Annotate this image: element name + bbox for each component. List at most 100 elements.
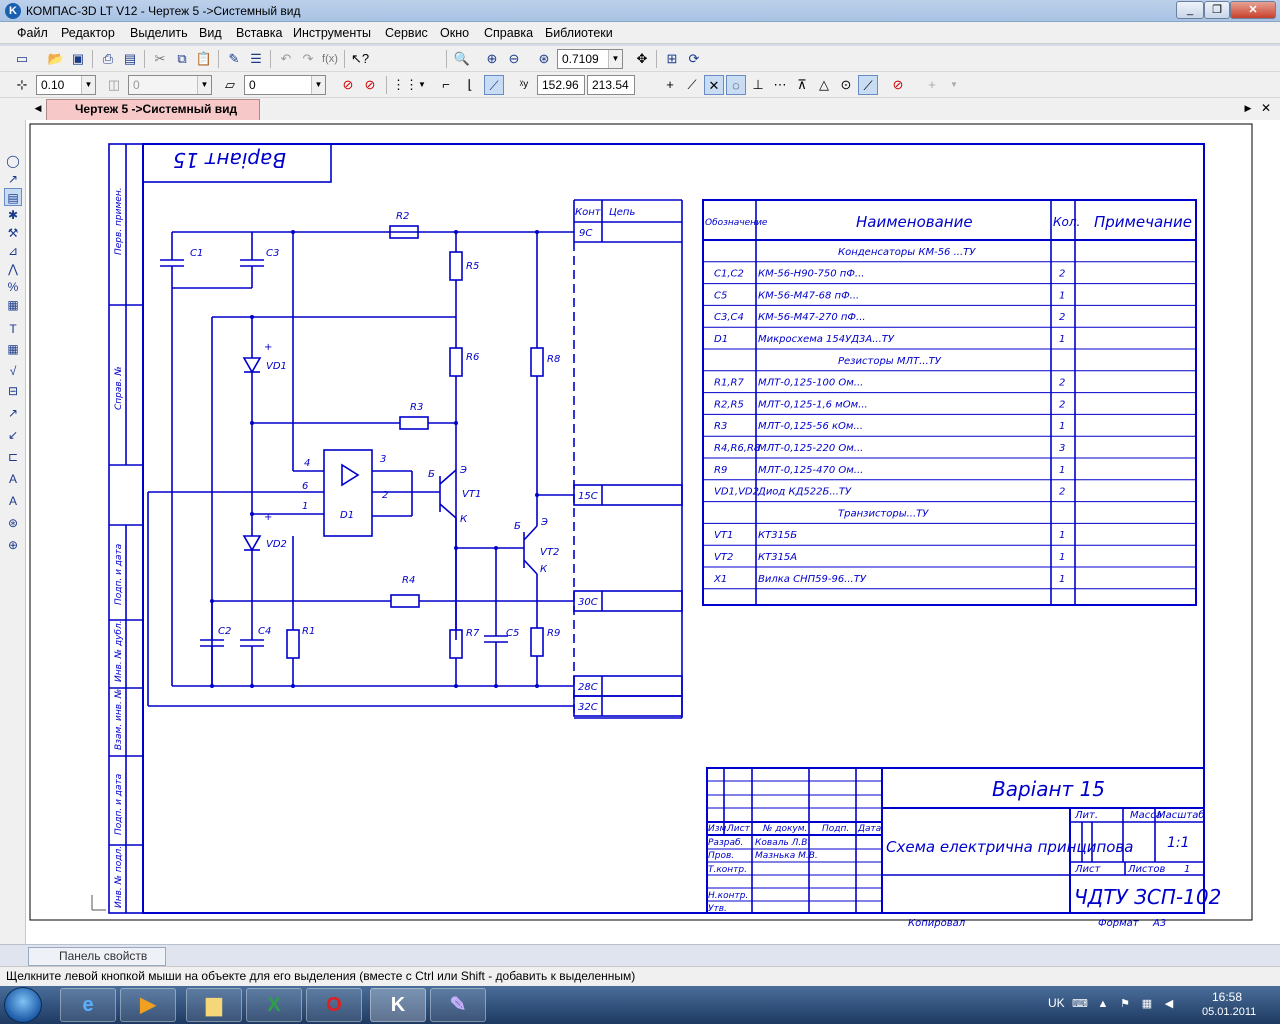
snap-tangent-icon[interactable]: ◌	[726, 75, 746, 95]
minimize-button[interactable]: _	[1176, 1, 1204, 19]
chevron-down-icon[interactable]: ▼	[197, 76, 211, 94]
grid-dropdown-icon[interactable]: ▼	[412, 75, 432, 95]
roughness-icon[interactable]: √	[4, 362, 22, 380]
snap-angle-icon[interactable]: ⟋	[858, 75, 878, 95]
show-all-icon[interactable]: ⊞	[662, 49, 682, 69]
tab-scroll-left-icon[interactable]: ◀	[28, 98, 48, 118]
ortho-icon[interactable]: ⌊	[460, 75, 480, 95]
paste-icon[interactable]: 📋	[194, 49, 214, 69]
tab-close-icon[interactable]: ✕	[1256, 98, 1276, 118]
redo-icon[interactable]: ↷	[298, 49, 318, 69]
base-icon[interactable]: ⊟	[4, 382, 22, 400]
snap-center-icon[interactable]: ⊙	[836, 75, 856, 95]
taskbar-ie-icon[interactable]: e	[60, 988, 116, 1022]
format-brush-icon[interactable]: ✎	[224, 49, 244, 69]
notation-icon[interactable]: ▤	[4, 188, 22, 206]
snap-intersection-icon[interactable]: ✕	[704, 75, 724, 95]
menu-editor[interactable]: Редактор	[61, 26, 115, 40]
taskbar-explorer-icon[interactable]: ▆	[186, 988, 242, 1022]
axis-icon[interactable]: A	[4, 470, 22, 488]
snap-normal-icon[interactable]: ⊥	[748, 75, 768, 95]
spec-icon[interactable]: %	[4, 278, 22, 296]
dimensions-icon[interactable]: ↗	[4, 170, 22, 188]
chevron-down-icon[interactable]: ▼	[81, 76, 95, 94]
keyboard-icon[interactable]: ⌨	[1072, 997, 1088, 1011]
chevron-down-icon[interactable]: ▼	[311, 76, 325, 94]
arrow-view-icon[interactable]: ↗	[4, 404, 22, 422]
save-icon[interactable]: ▣	[68, 49, 88, 69]
zoom-out-icon[interactable]: ⊖	[504, 49, 524, 69]
maximize-button[interactable]: ❐	[1204, 1, 1230, 19]
coord-x-field[interactable]: 152.96	[537, 75, 585, 95]
print-icon[interactable]: ⎙	[98, 49, 118, 69]
menu-service[interactable]: Сервис	[385, 26, 428, 40]
clock-time[interactable]: 16:58	[1212, 990, 1242, 1004]
snap-middle-icon[interactable]: ⊼	[792, 75, 812, 95]
coord-y-field[interactable]: 213.54	[587, 75, 635, 95]
menu-select[interactable]: Выделить	[130, 26, 188, 40]
menu-tools[interactable]: Инструменты	[293, 26, 371, 40]
formula-icon[interactable]: f(x)	[320, 49, 340, 69]
measure-icon[interactable]: ⊿	[4, 242, 22, 260]
local-cs-icon[interactable]: ⌐	[436, 75, 456, 95]
print-preview-icon[interactable]: ▤	[120, 49, 140, 69]
taskbar-opera-icon[interactable]: O	[306, 988, 362, 1022]
zoom-window-icon[interactable]: 🔍	[452, 49, 472, 69]
table-icon[interactable]: ▦	[4, 340, 22, 358]
undo-icon[interactable]: ↶	[276, 49, 296, 69]
clock-date[interactable]: 05.01.2011	[1202, 1006, 1256, 1018]
magnet-3-icon[interactable]: ⊘	[888, 75, 908, 95]
step-icon[interactable]: ⊹	[12, 75, 32, 95]
zoom-in-icon[interactable]: ⊕	[482, 49, 502, 69]
param-icon[interactable]: ⚒	[4, 224, 22, 242]
tab-drawing-5[interactable]: Чертеж 5 ->Системный вид	[46, 99, 260, 120]
snap-end-icon[interactable]: ⟋	[682, 75, 702, 95]
reports-icon[interactable]: ▦	[4, 296, 22, 314]
tray-arrow-icon[interactable]: ▲	[1096, 997, 1110, 1011]
select-icon[interactable]: ⋀	[4, 260, 22, 278]
magnet-2-icon[interactable]: ⊘	[360, 75, 380, 95]
menu-window[interactable]: Окно	[440, 26, 469, 40]
volume-icon[interactable]: ◀	[1162, 997, 1176, 1011]
properties-panel-tab[interactable]: Панель свойств	[28, 947, 166, 966]
network-icon[interactable]: ▦	[1140, 997, 1154, 1011]
view-icon[interactable]: ▱	[220, 75, 240, 95]
magnet-icon[interactable]: ⊘	[338, 75, 358, 95]
plus-disabled-icon[interactable]: +	[922, 75, 942, 95]
drawing-canvas[interactable]: Перв. примен. Справ. № Подп. и дата Инв.…	[26, 120, 1280, 944]
taskbar-pencil-icon[interactable]: ✎	[430, 988, 486, 1022]
tolerance-icon[interactable]: ⊏	[4, 448, 22, 466]
leader-icon[interactable]: ↙	[4, 426, 22, 444]
more-dropdown-icon[interactable]: ▼	[944, 75, 964, 95]
snap-icon[interactable]: ⟋	[484, 75, 504, 95]
pan-icon[interactable]: ✥	[632, 49, 652, 69]
flag-icon[interactable]: ⚑	[1118, 997, 1132, 1011]
taskbar-media-icon[interactable]: ▶	[120, 988, 176, 1022]
close-button[interactable]: ✕	[1230, 1, 1276, 19]
weld-icon[interactable]: ⊛	[4, 514, 22, 532]
menu-help[interactable]: Справка	[484, 26, 533, 40]
start-button[interactable]	[4, 987, 42, 1023]
zoom-scale-icon[interactable]: ⊛	[534, 49, 554, 69]
snap-nearest-icon[interactable]: ⋯	[770, 75, 790, 95]
grid-icon[interactable]: ⋮⋮	[392, 75, 418, 95]
properties-icon[interactable]: ☰	[246, 49, 266, 69]
taskbar-excel-icon[interactable]: X	[246, 988, 302, 1022]
open-folder-icon[interactable]: 📂	[46, 49, 66, 69]
layer-icon[interactable]: ◫	[104, 75, 124, 95]
tab-scroll-right-icon[interactable]: ▶	[1238, 98, 1258, 118]
menu-file[interactable]: Файл	[17, 26, 48, 40]
layer-combo[interactable]: 0 ▼	[128, 75, 212, 95]
cut-icon[interactable]: ✂	[150, 49, 170, 69]
edit-icon[interactable]: ✱	[4, 206, 22, 224]
geometry-icon[interactable]: ◯	[4, 152, 22, 170]
taskbar-kompas-icon[interactable]: K	[370, 988, 426, 1022]
snap-point-icon[interactable]: +	[660, 75, 680, 95]
language-indicator[interactable]: UK	[1048, 996, 1065, 1010]
step-combo[interactable]: 0.10 ▼	[36, 75, 96, 95]
refresh-icon[interactable]: ⟳	[684, 49, 704, 69]
zoom-combo[interactable]: 0.7109 ▼	[557, 49, 623, 69]
help-pointer-icon[interactable]: ↖?	[350, 49, 370, 69]
chevron-down-icon[interactable]: ▼	[608, 50, 622, 68]
view-combo[interactable]: 0 ▼	[244, 75, 326, 95]
